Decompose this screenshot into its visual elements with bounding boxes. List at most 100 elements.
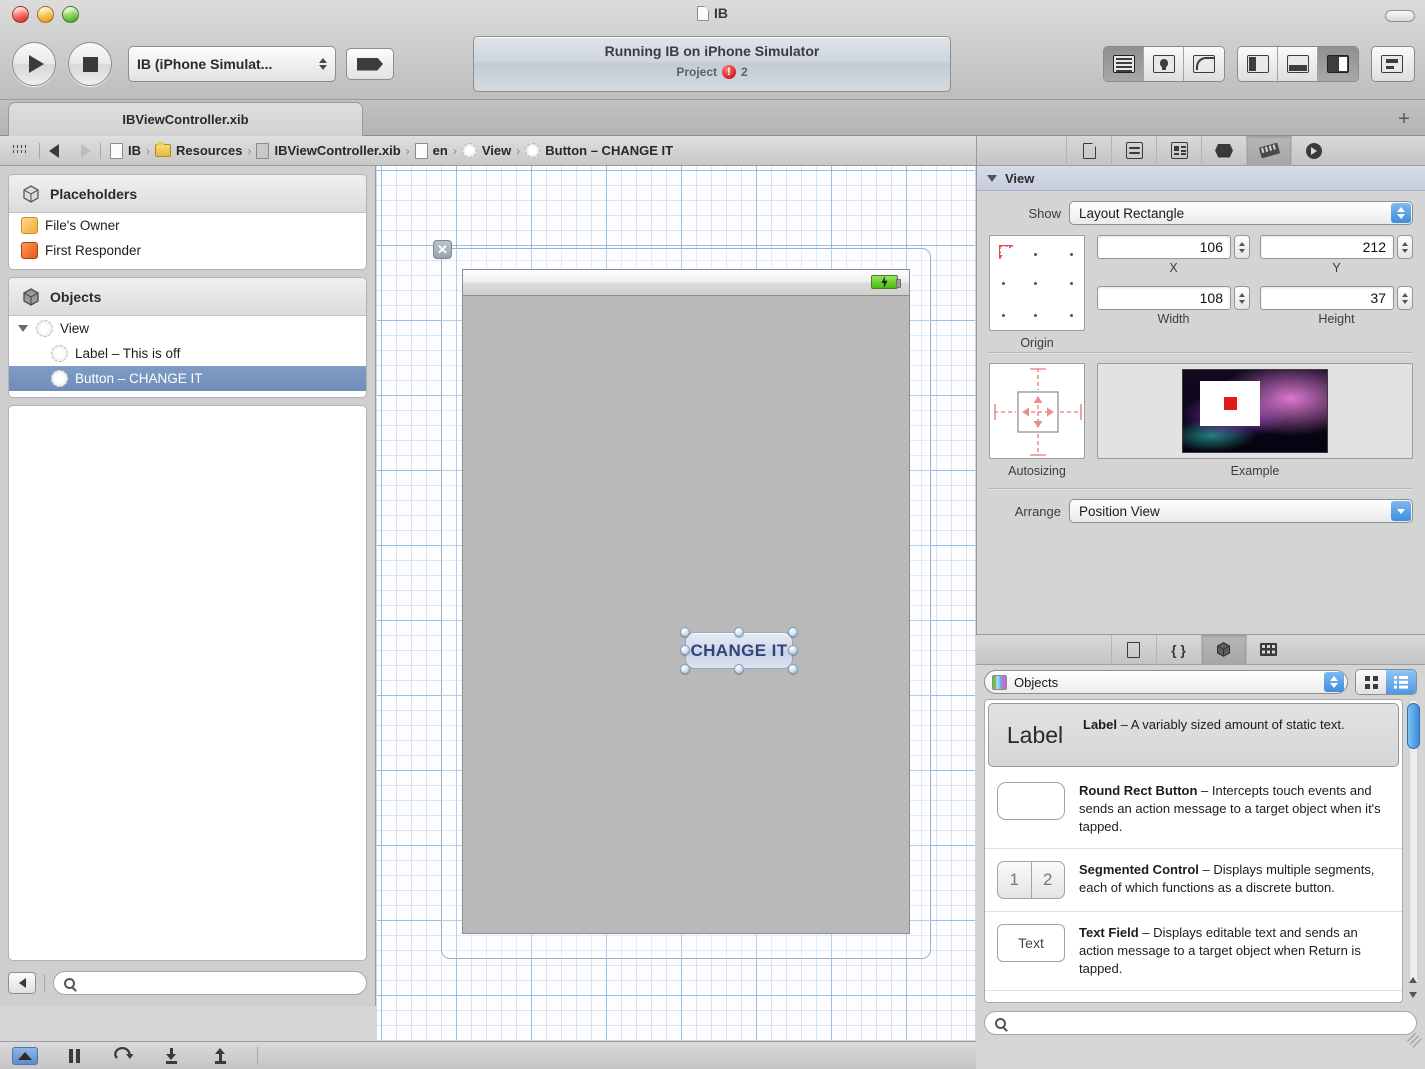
height-field[interactable]: 37 [1260, 286, 1394, 310]
jump-grid-icon[interactable] [10, 144, 30, 157]
disclosure-triangle-icon[interactable] [18, 325, 28, 332]
autosizing-control[interactable]: Autosizing [989, 363, 1085, 478]
cube-icon [21, 184, 41, 204]
editor-standard-button[interactable] [1104, 47, 1144, 81]
height-stepper[interactable] [1397, 286, 1413, 310]
step-out-button[interactable] [208, 1047, 234, 1065]
xib-document-frame[interactable]: ✕ CHANGE IT [433, 240, 931, 959]
breadcrumb-item-project[interactable]: IB [110, 142, 141, 159]
window-titlebar: IB IB (iPhone Simulat... Running IB on i… [0, 0, 1425, 100]
autosizing-canvas[interactable] [989, 363, 1085, 459]
round-rect-button-thumb [995, 782, 1067, 820]
breadcrumb-item-xib[interactable]: IBViewController.xib [256, 142, 401, 159]
resize-handle-bottom-center[interactable] [734, 664, 744, 674]
breadcrumb-item-button[interactable]: Button – CHANGE IT [525, 143, 673, 158]
identity-inspector-tab[interactable] [1156, 135, 1201, 166]
outline-row-button-object[interactable]: Button – CHANGE IT [9, 366, 366, 391]
resize-handle-middle-left[interactable] [680, 645, 690, 655]
y-field[interactable]: 212 [1260, 235, 1394, 259]
stop-button[interactable] [68, 42, 112, 86]
width-stepper[interactable] [1234, 286, 1250, 310]
breadcrumb-item-locale[interactable]: en [414, 142, 448, 159]
connections-inspector-tab[interactable] [1291, 135, 1336, 166]
object-library-tab[interactable] [1200, 634, 1246, 665]
library-item-label[interactable]: Label Label – A variably sized amount of… [988, 703, 1399, 767]
editor-assistant-button[interactable] [1144, 47, 1184, 81]
resize-handle-bottom-left[interactable] [680, 664, 690, 674]
iphone-view-preview[interactable]: CHANGE IT [462, 269, 910, 934]
navigator-search-field[interactable] [53, 971, 367, 995]
view-object-icon [51, 345, 68, 362]
outline-row-label-object[interactable]: Label – This is off [9, 341, 366, 366]
y-stepper[interactable] [1397, 235, 1413, 259]
resize-handle-top-left[interactable] [680, 627, 690, 637]
library-search-input[interactable] [1012, 1015, 1406, 1031]
library-item-text-field[interactable]: Text Text Field – Displays editable text… [985, 912, 1402, 991]
resize-handle-middle-right[interactable] [788, 645, 798, 655]
resize-handle-bottom-right[interactable] [788, 664, 798, 674]
attributes-inspector-tab[interactable] [1201, 135, 1246, 166]
organizer-group [1371, 46, 1415, 82]
file-template-library-tab[interactable] [1110, 634, 1156, 665]
scroll-up-icon[interactable] [1409, 977, 1417, 983]
back-arrow-icon[interactable] [49, 143, 59, 158]
interface-builder-canvas[interactable]: ✕ CHANGE IT [377, 166, 975, 1040]
close-icon[interactable]: ✕ [433, 240, 452, 259]
forward-arrow-icon[interactable] [81, 143, 91, 158]
file-inspector-tab[interactable] [1066, 135, 1111, 166]
quick-help-inspector-tab[interactable] [1111, 135, 1156, 166]
inspector-section-header[interactable]: View [977, 166, 1425, 191]
origin-grid[interactable] [989, 235, 1085, 331]
breadcrumb-item-view[interactable]: View [461, 143, 511, 158]
toggle-utilities-button[interactable] [1318, 47, 1358, 81]
resize-grip[interactable] [1409, 1026, 1422, 1039]
library-category-popup[interactable]: Objects [984, 670, 1348, 694]
list-view-button[interactable] [1386, 670, 1416, 694]
library-item-slider[interactable]: Slider – Displays a continuous range of … [985, 991, 1402, 1002]
media-library-tab[interactable] [1245, 634, 1291, 665]
tab-ibviewcontroller-xib[interactable]: IBViewController.xib [8, 102, 363, 136]
library-item-segmented-control[interactable]: 12 Segmented Control – Displays multiple… [985, 849, 1402, 912]
breadcrumb-item-resources[interactable]: Resources [155, 142, 242, 158]
editor-version-button[interactable] [1184, 47, 1224, 81]
grid-view-button[interactable] [1356, 670, 1386, 694]
pause-button[interactable] [61, 1047, 87, 1065]
toggle-debug-area-button[interactable] [1278, 47, 1318, 81]
resize-handle-top-center[interactable] [734, 627, 744, 637]
step-into-button[interactable] [159, 1047, 185, 1065]
library-search-field[interactable] [984, 1011, 1417, 1035]
ruler-icon [1258, 142, 1280, 159]
objects-header[interactable]: Objects [9, 278, 366, 316]
width-field[interactable]: 108 [1097, 286, 1231, 310]
toggle-debug-area-button[interactable] [12, 1046, 38, 1065]
run-button[interactable] [12, 42, 56, 86]
scroll-down-icon[interactable] [1409, 992, 1417, 998]
outline-row-first-responder[interactable]: First Responder [9, 238, 366, 263]
disclosure-triangle-icon[interactable] [987, 174, 997, 182]
arrange-popup[interactable]: Position View [1069, 499, 1413, 523]
scheme-selector[interactable]: IB (iPhone Simulat... [128, 46, 336, 82]
size-inspector-tab[interactable] [1246, 135, 1291, 166]
x-field[interactable]: 106 [1097, 235, 1231, 259]
placeholders-header[interactable]: Placeholders [9, 175, 366, 213]
fullscreen-button[interactable] [1385, 10, 1415, 22]
show-popup[interactable]: Layout Rectangle [1069, 201, 1413, 225]
outline-row-view[interactable]: View [9, 316, 366, 341]
hide-filter-icon[interactable] [8, 972, 36, 994]
origin-control[interactable]: Origin [989, 235, 1085, 350]
activity-target-row[interactable]: Project 2 [474, 65, 950, 79]
navigator-search-input[interactable] [81, 975, 356, 991]
step-over-button[interactable] [110, 1047, 136, 1065]
code-snippet-library-tab[interactable]: { } [1155, 634, 1201, 665]
library-items-list[interactable]: Label Label – A variably sized amount of… [984, 699, 1403, 1003]
library-item-round-rect-button[interactable]: Round Rect Button – Intercepts touch eve… [985, 770, 1402, 849]
add-tab-button[interactable]: + [1393, 108, 1415, 130]
x-stepper[interactable] [1234, 235, 1250, 259]
library-scrollbar[interactable] [1406, 701, 1421, 1001]
outline-row-files-owner[interactable]: File's Owner [9, 213, 366, 238]
resize-handle-top-right[interactable] [788, 627, 798, 637]
breakpoints-button[interactable] [346, 48, 394, 80]
toggle-navigator-button[interactable] [1238, 47, 1278, 81]
organizer-button[interactable] [1372, 47, 1412, 81]
scrollbar-knob[interactable] [1407, 703, 1420, 749]
